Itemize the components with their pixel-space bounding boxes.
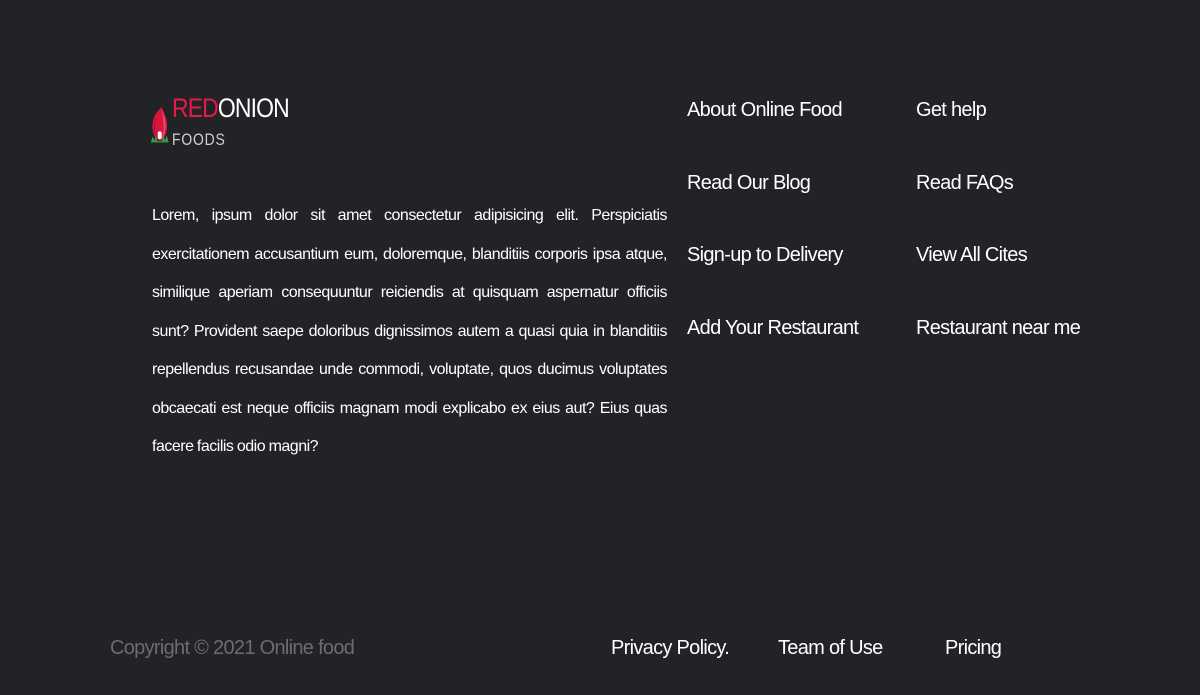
- footer-links-column-2: Get help Read FAQs View All Cites Restau…: [916, 92, 1081, 383]
- brand-name-red: RED: [172, 93, 219, 123]
- link-read-our-blog[interactable]: Read Our Blog: [687, 165, 858, 238]
- link-about-online-food[interactable]: About Online Food: [687, 92, 858, 165]
- footer-links-column-1: About Online Food Read Our Blog Sign-up …: [687, 92, 859, 383]
- brand-logo[interactable]: REDONION FOODS: [150, 86, 310, 166]
- onion-house-icon: [150, 106, 169, 143]
- team-of-use-link[interactable]: Team of Use: [778, 632, 883, 664]
- pricing-link[interactable]: Pricing: [945, 632, 1002, 664]
- link-read-faqs[interactable]: Read FAQs: [916, 165, 1080, 238]
- link-view-all-cities[interactable]: View All Cites: [916, 237, 1080, 310]
- brand-name: REDONION: [172, 93, 290, 123]
- link-restaurant-near-me[interactable]: Restaurant near me: [916, 310, 1081, 383]
- link-get-help[interactable]: Get help: [916, 92, 1080, 165]
- brand-wordmark: REDONION FOODS: [172, 93, 310, 149]
- brand-name-white: ONION: [218, 93, 290, 123]
- copyright-text: Copyright © 2021 Online food: [110, 637, 355, 659]
- footer-description: Lorem, ipsum dolor sit amet consectetur …: [152, 207, 668, 455]
- brand-subtitle: FOODS: [172, 130, 227, 149]
- link-add-your-restaurant[interactable]: Add Your Restaurant: [687, 310, 859, 383]
- privacy-policy-link[interactable]: Privacy Policy.: [611, 632, 730, 664]
- link-sign-up-delivery[interactable]: Sign-up to Delivery: [687, 237, 858, 310]
